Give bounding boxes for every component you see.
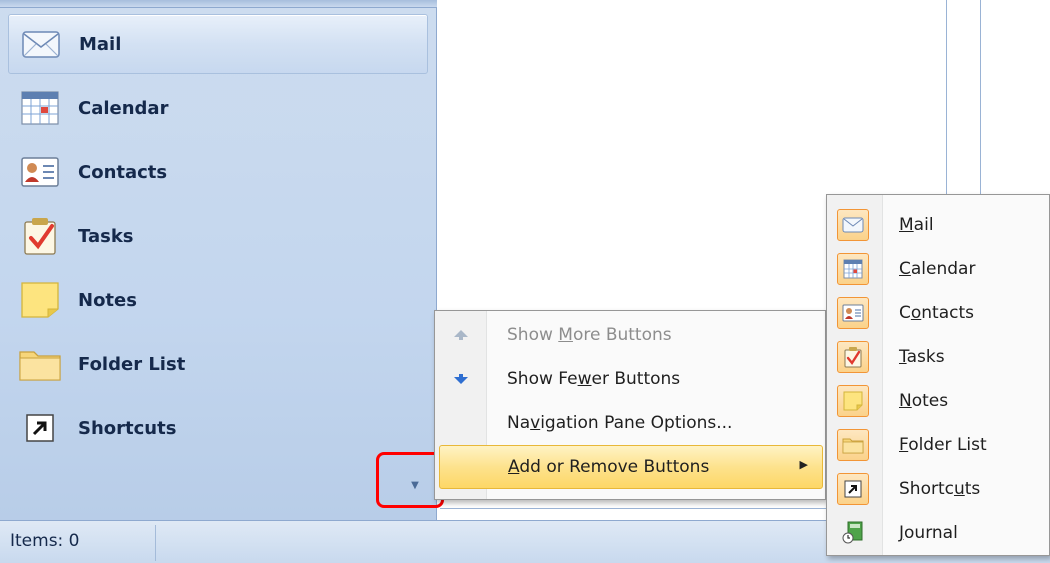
nav-label-contacts: Contacts — [78, 161, 168, 183]
submenu-label: Contacts — [899, 303, 975, 323]
notes-icon — [837, 385, 869, 417]
submenu-item-notes[interactable]: Notes — [827, 379, 1049, 423]
nav-button-calendar[interactable]: Calendar — [8, 78, 428, 138]
nav-button-shortcuts[interactable]: Shortcuts — [8, 398, 428, 458]
menu-label: Add or Remove Buttons — [508, 457, 710, 477]
submenu-item-journal[interactable]: Journal — [827, 511, 1049, 555]
nav-label-mail: Mail — [79, 33, 122, 55]
tasks-icon — [837, 341, 869, 373]
menu-label: Show More Buttons — [507, 325, 672, 345]
configure-buttons-menu: Show More Buttons Show Fewer Buttons Nav… — [434, 310, 826, 500]
tasks-icon — [18, 214, 62, 258]
menu-label: Show Fewer Buttons — [507, 369, 681, 389]
menu-label: Navigation Pane Options... — [507, 413, 733, 433]
nav-button-tasks[interactable]: Tasks — [8, 206, 428, 266]
folder-icon — [18, 342, 62, 386]
status-items-count: Items: 0 — [10, 531, 80, 551]
nav-button-notes[interactable]: Notes — [8, 270, 428, 330]
submenu-label: Notes — [899, 391, 949, 411]
arrow-up-icon — [435, 329, 487, 341]
nav-label-shortcuts: Shortcuts — [78, 417, 177, 439]
contacts-icon — [18, 150, 62, 194]
journal-icon — [837, 517, 869, 549]
submenu-item-mail[interactable]: Mail — [827, 203, 1049, 247]
submenu-label: Shortcuts — [899, 479, 981, 499]
mail-icon — [19, 22, 63, 66]
nav-button-contacts[interactable]: Contacts — [8, 142, 428, 202]
calendar-icon — [18, 86, 62, 130]
status-separator — [155, 525, 156, 561]
content-bottom-line — [440, 508, 840, 509]
nav-label-calendar: Calendar — [78, 97, 169, 119]
submenu-arrow-icon: ▶ — [799, 458, 808, 471]
nav-label-notes: Notes — [78, 289, 137, 311]
calendar-icon — [837, 253, 869, 285]
submenu-label: Calendar — [899, 259, 976, 279]
submenu-label: Tasks — [899, 347, 945, 367]
submenu-item-tasks[interactable]: Tasks — [827, 335, 1049, 379]
menu-item-show-fewer-buttons[interactable]: Show Fewer Buttons — [435, 357, 825, 401]
submenu-item-calendar[interactable]: Calendar — [827, 247, 1049, 291]
menu-item-navigation-pane-options[interactable]: Navigation Pane Options... — [435, 401, 825, 445]
folder-icon — [837, 429, 869, 461]
menu-item-show-more-buttons[interactable]: Show More Buttons — [435, 313, 825, 357]
notes-icon — [18, 278, 62, 322]
nav-button-folder-list[interactable]: Folder List — [8, 334, 428, 394]
submenu-label: Folder List — [899, 435, 987, 455]
submenu-item-shortcuts[interactable]: Shortcuts — [827, 467, 1049, 511]
submenu-item-folder-list[interactable]: Folder List — [827, 423, 1049, 467]
arrow-down-icon — [435, 373, 487, 385]
shortcut-icon — [837, 473, 869, 505]
submenu-item-contacts[interactable]: Contacts — [827, 291, 1049, 335]
nav-label-tasks: Tasks — [78, 225, 134, 247]
submenu-label: Journal — [899, 523, 958, 543]
contacts-icon — [837, 297, 869, 329]
add-remove-buttons-submenu: Mail Calendar Contacts Tasks Notes Folde… — [826, 194, 1050, 556]
menu-item-add-or-remove-buttons[interactable]: Add or Remove Buttons ▶ — [439, 445, 823, 489]
nav-label-folder-list: Folder List — [78, 353, 186, 375]
shortcut-icon — [18, 406, 62, 450]
submenu-label: Mail — [899, 215, 934, 235]
navigation-pane: Mail Calendar Contacts Tasks Notes Folde… — [0, 0, 437, 520]
nav-button-mail[interactable]: Mail — [8, 14, 428, 74]
mail-icon — [837, 209, 869, 241]
nav-pane-splitter[interactable] — [0, 0, 437, 8]
